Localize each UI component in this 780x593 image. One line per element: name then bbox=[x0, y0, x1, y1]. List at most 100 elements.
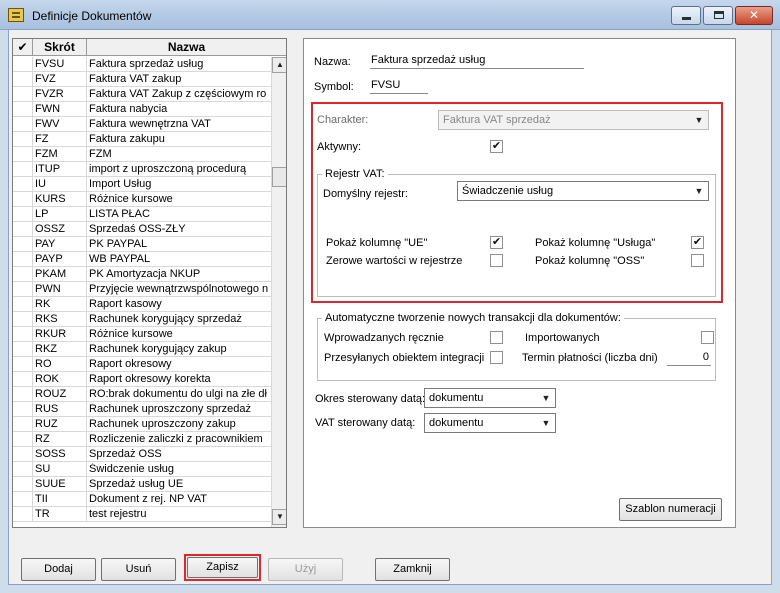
list-item[interactable]: PWN Przyjęcie wewnątrzwspólnotowego n bbox=[13, 282, 271, 297]
row-name: Różnice kursowe bbox=[89, 193, 173, 205]
numbering-template-button[interactable]: Szablon numeracji bbox=[619, 498, 722, 521]
list-item[interactable]: RKUR Różnice kursowe bbox=[13, 327, 271, 342]
row-name: Faktura nabycia bbox=[89, 103, 168, 115]
name-field[interactable]: Faktura sprzedaż usług bbox=[370, 54, 584, 69]
row-check-cell[interactable] bbox=[13, 507, 33, 521]
row-check-cell[interactable] bbox=[13, 432, 33, 446]
list-item[interactable]: PKAM PK Amortyzacja NKUP bbox=[13, 267, 271, 282]
row-check-cell[interactable] bbox=[13, 87, 33, 101]
row-check-cell[interactable] bbox=[13, 312, 33, 326]
row-name: RO:brak dokumentu do ulgi na złe dł bbox=[89, 388, 267, 400]
row-check-cell[interactable] bbox=[13, 462, 33, 476]
list-item[interactable]: FWV Faktura wewnętrzna VAT bbox=[13, 117, 271, 132]
zero-values-checkbox[interactable] bbox=[490, 254, 503, 267]
list-item[interactable]: FVZR Faktura VAT Zakup z częściowym ro bbox=[13, 87, 271, 102]
row-check-cell[interactable] bbox=[13, 147, 33, 161]
row-check-cell[interactable] bbox=[13, 57, 33, 71]
list-item[interactable]: FVSU Faktura sprzedaż usług bbox=[13, 57, 271, 72]
column-divider bbox=[86, 252, 87, 266]
list-item[interactable]: FZM FZM bbox=[13, 147, 271, 162]
imported-checkbox[interactable] bbox=[701, 331, 714, 344]
list-item[interactable]: SOSS Sprzedaż OSS bbox=[13, 447, 271, 462]
row-check-cell[interactable] bbox=[13, 267, 33, 281]
show-oss-checkbox[interactable] bbox=[691, 254, 704, 267]
list-item[interactable]: PAYP WB PAYPAL bbox=[13, 252, 271, 267]
row-check-cell[interactable] bbox=[13, 132, 33, 146]
row-check-cell[interactable] bbox=[13, 207, 33, 221]
close-window-button[interactable]: ✕ bbox=[735, 6, 773, 25]
show-service-checkbox[interactable] bbox=[691, 236, 704, 249]
row-check-cell[interactable] bbox=[13, 162, 33, 176]
list-item[interactable]: ITUP import z uproszczoną procedurą bbox=[13, 162, 271, 177]
symbol-field[interactable]: FVSU bbox=[370, 79, 428, 94]
row-check-cell[interactable] bbox=[13, 222, 33, 236]
row-check-cell[interactable] bbox=[13, 237, 33, 251]
row-check-cell[interactable] bbox=[13, 372, 33, 386]
document-list[interactable]: ✔ Skrót Nazwa FVSU Faktura sprzedaż usług… bbox=[12, 38, 287, 528]
app-icon bbox=[8, 8, 24, 22]
active-checkbox[interactable] bbox=[490, 140, 503, 153]
list-item[interactable]: RK Raport kasowy bbox=[13, 297, 271, 312]
list-item[interactable]: RUS Rachunek uproszczony sprzedaż bbox=[13, 402, 271, 417]
minimize-button[interactable] bbox=[671, 6, 701, 25]
save-button[interactable]: Zapisz bbox=[187, 557, 258, 578]
row-name: Faktura wewnętrzna VAT bbox=[89, 118, 211, 130]
row-check-cell[interactable] bbox=[13, 297, 33, 311]
default-register-select[interactable]: Świadczenie usług ▼ bbox=[457, 181, 709, 201]
row-check-cell[interactable] bbox=[13, 72, 33, 86]
scroll-up-button[interactable]: ▲ bbox=[272, 57, 286, 73]
list-item[interactable]: LP LISTA PŁAC bbox=[13, 207, 271, 222]
payment-term-field[interactable]: 0 bbox=[667, 351, 711, 366]
list-item[interactable]: TR test rejestru bbox=[13, 507, 271, 522]
list-item[interactable]: RO Raport okresowy bbox=[13, 357, 271, 372]
row-check-cell[interactable] bbox=[13, 117, 33, 131]
list-item[interactable]: KURS Różnice kursowe bbox=[13, 192, 271, 207]
column-header-check[interactable]: ✔ bbox=[13, 39, 33, 55]
row-check-cell[interactable] bbox=[13, 447, 33, 461]
row-check-cell[interactable] bbox=[13, 357, 33, 371]
row-check-cell[interactable] bbox=[13, 252, 33, 266]
row-check-cell[interactable] bbox=[13, 492, 33, 506]
row-check-cell[interactable] bbox=[13, 417, 33, 431]
row-check-cell[interactable] bbox=[13, 402, 33, 416]
list-item[interactable]: TII Dokument z rej. NP VAT bbox=[13, 492, 271, 507]
list-item[interactable]: SU Świdczenie usług bbox=[13, 462, 271, 477]
close-button[interactable]: Zamknij bbox=[375, 558, 450, 581]
column-header-code[interactable]: Skrót bbox=[33, 39, 87, 55]
list-item[interactable]: RUZ Rachunek uproszczony zakup bbox=[13, 417, 271, 432]
list-item[interactable]: FVZ Faktura VAT zakup bbox=[13, 72, 271, 87]
row-check-cell[interactable] bbox=[13, 387, 33, 401]
maximize-button[interactable] bbox=[703, 6, 733, 25]
row-check-cell[interactable] bbox=[13, 192, 33, 206]
list-scrollbar[interactable]: ▲ ▼ bbox=[271, 57, 286, 527]
scroll-down-button[interactable]: ▼ bbox=[272, 509, 286, 525]
list-item[interactable]: FZ Faktura zakupu bbox=[13, 132, 271, 147]
list-item[interactable]: FWN Faktura nabycia bbox=[13, 102, 271, 117]
manual-checkbox[interactable] bbox=[490, 331, 503, 344]
add-button[interactable]: Dodaj bbox=[21, 558, 96, 581]
scroll-thumb[interactable] bbox=[272, 167, 286, 187]
list-item[interactable]: ROUZ RO:brak dokumentu do ulgi na złe dł bbox=[13, 387, 271, 402]
character-select[interactable]: Faktura VAT sprzedaż ▼ bbox=[438, 110, 709, 130]
list-item[interactable]: IU Import Usług bbox=[13, 177, 271, 192]
period-select[interactable]: dokumentu ▼ bbox=[424, 388, 556, 408]
column-header-name[interactable]: Nazwa bbox=[87, 39, 286, 55]
integration-checkbox[interactable] bbox=[490, 351, 503, 364]
use-button[interactable]: Użyj bbox=[268, 558, 343, 581]
list-item[interactable]: RZ Rozliczenie zaliczki z pracownikiem bbox=[13, 432, 271, 447]
row-check-cell[interactable] bbox=[13, 477, 33, 491]
row-check-cell[interactable] bbox=[13, 282, 33, 296]
list-item[interactable]: RKS Rachunek korygujący sprzedaż bbox=[13, 312, 271, 327]
show-ue-checkbox[interactable] bbox=[490, 236, 503, 249]
vat-date-select[interactable]: dokumentu ▼ bbox=[424, 413, 556, 433]
list-item[interactable]: ROK Raport okresowy korekta bbox=[13, 372, 271, 387]
row-check-cell[interactable] bbox=[13, 102, 33, 116]
row-check-cell[interactable] bbox=[13, 177, 33, 191]
list-item[interactable]: RKZ Rachunek korygujący zakup bbox=[13, 342, 271, 357]
list-item[interactable]: OSSZ Sprzedaś OSS-ZŁY bbox=[13, 222, 271, 237]
remove-button[interactable]: Usuń bbox=[101, 558, 176, 581]
list-item[interactable]: SUUE Sprzedaż usług UE bbox=[13, 477, 271, 492]
list-item[interactable]: PAY PK PAYPAL bbox=[13, 237, 271, 252]
row-check-cell[interactable] bbox=[13, 327, 33, 341]
row-check-cell[interactable] bbox=[13, 342, 33, 356]
